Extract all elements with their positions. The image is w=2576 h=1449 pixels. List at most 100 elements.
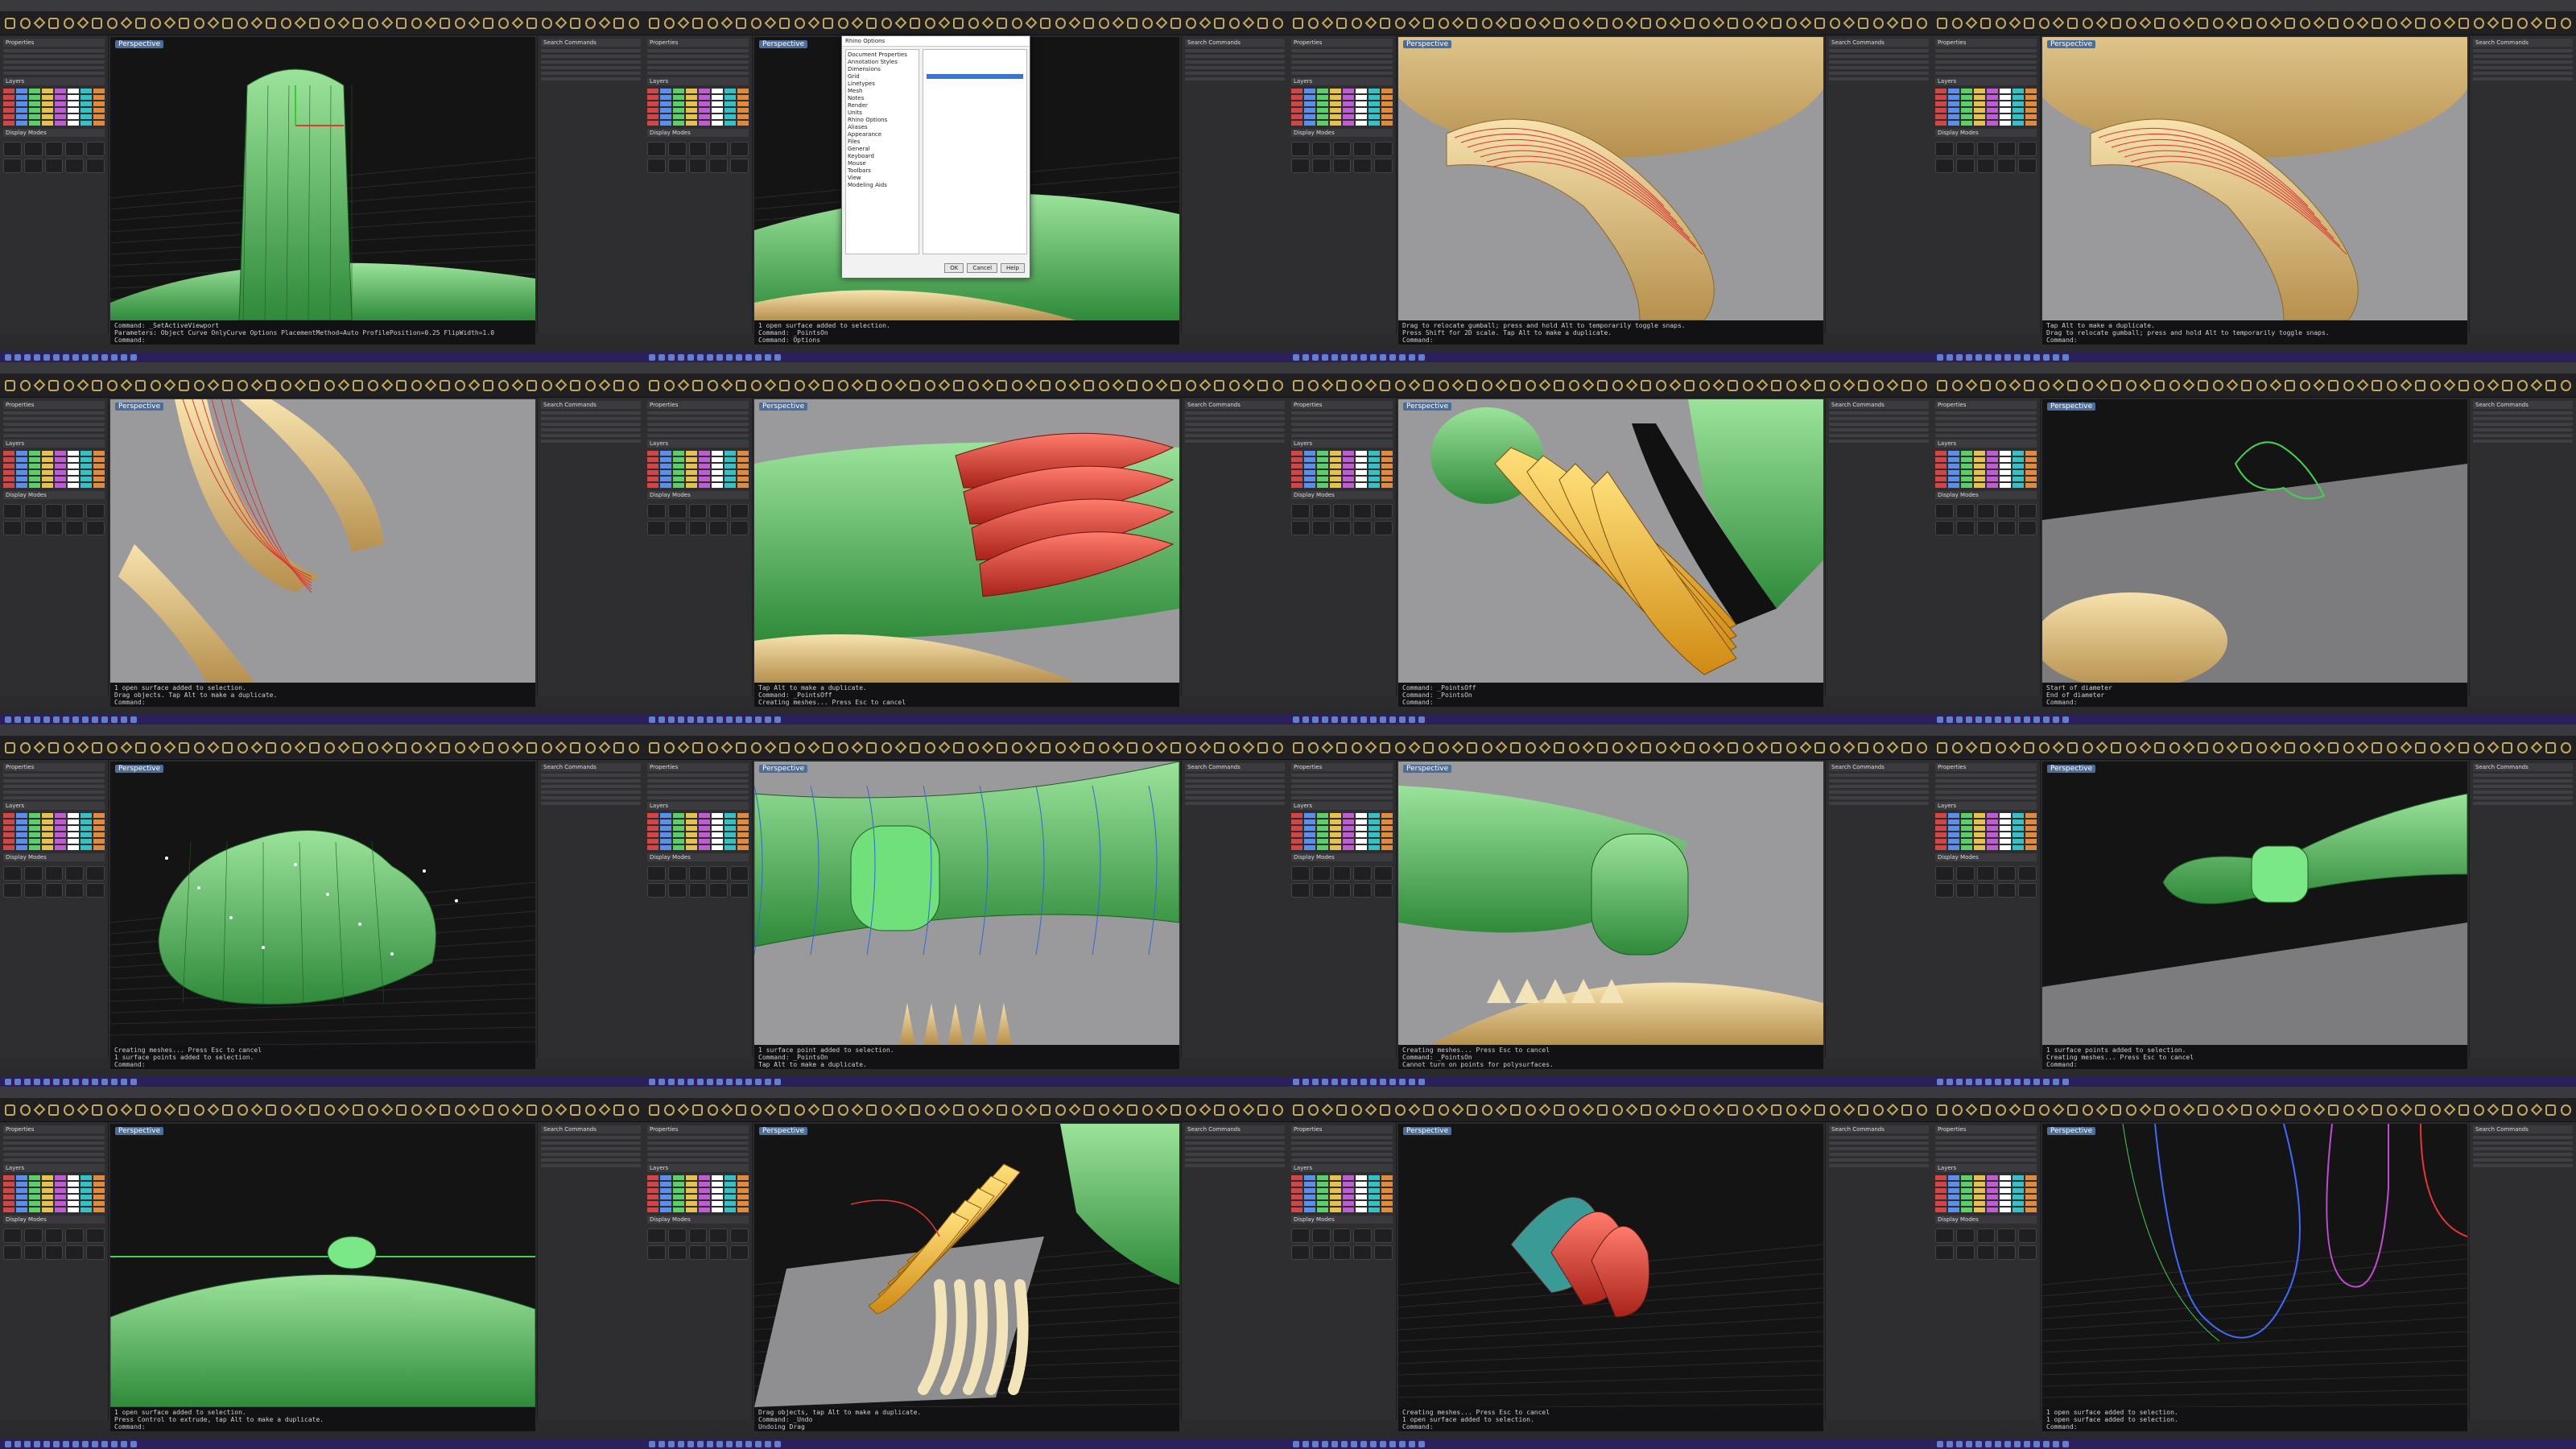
layer-color-swatch[interactable] xyxy=(2000,826,2011,831)
taskbar-app-icon[interactable] xyxy=(1966,1441,1972,1447)
layer-color-swatch[interactable] xyxy=(737,832,749,837)
taskbar-app-icon[interactable] xyxy=(2004,716,2011,723)
layer-color-swatch[interactable] xyxy=(724,89,736,93)
toolbar-tool-icon[interactable] xyxy=(2487,741,2500,754)
toolbar-tool-icon[interactable] xyxy=(2473,1104,2484,1116)
layer-color-swatch[interactable] xyxy=(2013,114,2024,119)
toolbar-tool-icon[interactable] xyxy=(19,17,31,29)
toolbar-tool-icon[interactable] xyxy=(1272,17,1283,29)
layer-color-swatch[interactable] xyxy=(1935,1182,1946,1187)
taskbar-app-icon[interactable] xyxy=(1331,1079,1338,1085)
taskbar-app-icon[interactable] xyxy=(678,1079,684,1085)
toolbar-tool-icon[interactable] xyxy=(1307,1104,1319,1116)
layer-color-swatch[interactable] xyxy=(686,483,697,488)
taskbar-app-icon[interactable] xyxy=(1409,1441,1415,1447)
command-line[interactable]: Command: _PointsOff Command: _PointsOn Com… xyxy=(1398,683,1823,707)
layer-color-swatch[interactable] xyxy=(42,477,53,481)
options-tree-item[interactable]: Aliases xyxy=(848,124,917,131)
panel-row[interactable] xyxy=(2473,66,2573,69)
command-line[interactable]: Creating meshes... Press Esc to cancel Co… xyxy=(1398,1045,1823,1069)
taskbar-app-icon[interactable] xyxy=(1312,1079,1319,1085)
toolbar-tool-icon[interactable] xyxy=(2182,378,2195,392)
layer-color-swatch[interactable] xyxy=(1948,839,1959,844)
toolbar-tool-icon[interactable] xyxy=(1597,741,1608,753)
layer-color-swatch[interactable] xyxy=(724,464,736,469)
layer-color-swatch[interactable] xyxy=(2025,1195,2037,1199)
taskbar-app-icon[interactable] xyxy=(53,354,60,361)
toolbar-tool-icon[interactable] xyxy=(1568,741,1579,753)
panel-row[interactable] xyxy=(1829,779,1929,782)
toolbar-tool-icon[interactable] xyxy=(1965,1103,1978,1117)
toolbar-tool-icon[interactable] xyxy=(1423,741,1434,753)
toolbar-tool-icon[interactable] xyxy=(1351,17,1362,29)
layer-color-swatch[interactable] xyxy=(1987,826,1998,831)
layer-color-swatch[interactable] xyxy=(673,1201,684,1206)
taskbar-app-icon[interactable] xyxy=(726,1441,733,1447)
toolbar-tool-icon[interactable] xyxy=(1228,1104,1240,1116)
toolbar-tool-icon[interactable] xyxy=(48,17,59,29)
layer-color-swatch[interactable] xyxy=(2013,813,2024,818)
taskbar-app-icon[interactable] xyxy=(1293,1441,1299,1447)
toolbar-tool-icon[interactable] xyxy=(120,16,133,30)
toolbar-tool-icon[interactable] xyxy=(2458,1104,2469,1116)
layer-color-swatch[interactable] xyxy=(3,101,14,106)
layer-color-swatch[interactable] xyxy=(80,845,92,850)
panel-row[interactable] xyxy=(1185,411,1285,415)
layer-color-swatch[interactable] xyxy=(724,1182,736,1187)
viewport-label[interactable]: Perspective xyxy=(2047,40,2096,48)
toolbar-tool-icon[interactable] xyxy=(1293,17,1303,29)
display-mode-icon[interactable] xyxy=(1997,1245,2017,1260)
toolbar-tool-icon[interactable] xyxy=(367,379,378,391)
taskbar-app-icon[interactable] xyxy=(1360,354,1367,361)
display-mode-icon[interactable] xyxy=(667,883,687,898)
layer-color-swatch[interactable] xyxy=(2025,839,2037,844)
taskbar-app-icon[interactable] xyxy=(1331,1441,1338,1447)
taskbar-app-icon[interactable] xyxy=(111,716,118,723)
toolbar-tool-icon[interactable] xyxy=(2530,1103,2543,1117)
toolbar-tool-icon[interactable] xyxy=(779,17,790,29)
layer-color-swatch[interactable] xyxy=(55,845,66,850)
layer-color-swatch[interactable] xyxy=(737,813,749,818)
panel-row[interactable] xyxy=(2473,428,2573,431)
display-mode-icon[interactable] xyxy=(1997,1228,2017,1243)
layer-color-swatch[interactable] xyxy=(2013,1188,2024,1193)
toolbar-tool-icon[interactable] xyxy=(1554,741,1564,753)
layer-color-swatch[interactable] xyxy=(16,114,27,119)
layer-color-swatch[interactable] xyxy=(699,451,710,456)
toolbar-tool-icon[interactable] xyxy=(1886,1103,1899,1117)
display-mode-icon[interactable] xyxy=(647,866,666,881)
display-mode-icon[interactable] xyxy=(1935,1245,1954,1260)
layer-color-swatch[interactable] xyxy=(1317,457,1328,462)
layer-color-swatch[interactable] xyxy=(1974,89,1985,93)
toolbar-tool-icon[interactable] xyxy=(207,378,220,392)
layer-color-swatch[interactable] xyxy=(699,89,710,93)
toolbar-tool-icon[interactable] xyxy=(707,379,718,391)
layer-color-swatch[interactable] xyxy=(55,483,66,488)
taskbar-app-icon[interactable] xyxy=(1293,354,1299,361)
taskbar-app-icon[interactable] xyxy=(2033,716,2040,723)
toolbar-tool-icon[interactable] xyxy=(2516,17,2528,29)
taskbar-app-icon[interactable] xyxy=(1946,716,1953,723)
panel-row[interactable] xyxy=(541,411,641,415)
layer-color-swatch[interactable] xyxy=(1304,483,1315,488)
toolbar-tool-icon[interactable] xyxy=(396,17,407,29)
layer-color-swatch[interactable] xyxy=(2025,108,2037,113)
layer-color-swatch[interactable] xyxy=(1304,1208,1315,1212)
toolbar-tool-icon[interactable] xyxy=(1040,1104,1051,1116)
layer-color-swatch[interactable] xyxy=(660,813,671,818)
display-mode-icon[interactable] xyxy=(647,1245,666,1260)
options-tree-item[interactable]: Linetypes xyxy=(848,80,917,88)
display-mode-icon[interactable] xyxy=(44,866,64,881)
layer-color-swatch[interactable] xyxy=(1961,95,1972,100)
layer-color-swatch[interactable] xyxy=(2013,464,2024,469)
toolbar-tool-icon[interactable] xyxy=(120,741,133,754)
display-mode-icon[interactable] xyxy=(3,159,22,173)
toolbar-tool-icon[interactable] xyxy=(1858,379,1868,391)
toolbar-tool-icon[interactable] xyxy=(511,741,524,754)
layer-color-swatch[interactable] xyxy=(1304,819,1315,824)
toolbar-tool-icon[interactable] xyxy=(1228,379,1240,391)
layer-color-swatch[interactable] xyxy=(68,1208,79,1212)
panel-row[interactable] xyxy=(1829,1164,1929,1167)
layer-color-swatch[interactable] xyxy=(1935,819,1946,824)
layer-color-swatch[interactable] xyxy=(16,108,27,113)
